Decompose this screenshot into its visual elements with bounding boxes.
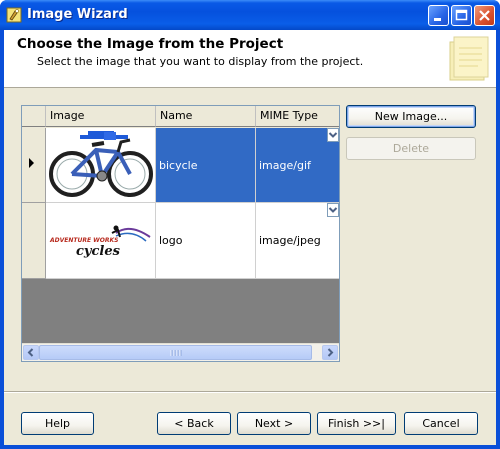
row-mime-value: image/gif (259, 158, 311, 172)
current-row-arrow-icon (29, 158, 34, 168)
images-grid[interactable]: Image Name MIME Type bicycle image/gif A… (21, 105, 340, 362)
table-row[interactable]: bicycle image/gif (22, 128, 339, 203)
logo-text-bottom: cycles (76, 244, 121, 259)
chevron-right-icon (327, 348, 334, 357)
row-selector[interactable] (22, 128, 46, 203)
column-header-image[interactable]: Image (46, 106, 156, 127)
bicycle-image[interactable] (46, 128, 156, 203)
page-title: Choose the Image from the Project (17, 36, 284, 52)
row-selector[interactable] (22, 203, 46, 279)
mime-dropdown-button[interactable] (327, 203, 339, 217)
wizard-header: Choose the Image from the Project Select… (4, 30, 496, 88)
wizard-app-icon (6, 7, 22, 23)
maximize-button[interactable] (451, 5, 472, 26)
cancel-button[interactable]: Cancel (404, 412, 478, 435)
row-name-cell[interactable]: logo (156, 203, 256, 279)
window-title: Image Wizard (27, 7, 128, 22)
horizontal-scrollbar[interactable] (22, 343, 339, 361)
scroll-thumb[interactable] (39, 345, 312, 360)
maximize-icon (455, 9, 468, 21)
chevron-down-icon (328, 132, 338, 138)
mime-dropdown-button[interactable] (327, 128, 339, 142)
grip-icon (170, 350, 182, 356)
footer-divider (4, 391, 496, 393)
close-icon (479, 10, 490, 21)
back-button[interactable]: < Back (157, 412, 231, 435)
wizard-note-graphic (449, 36, 489, 81)
scroll-left-button[interactable] (23, 345, 39, 360)
page-subtitle: Select the image that you want to displa… (37, 55, 364, 68)
chevron-down-icon (328, 207, 338, 213)
finish-button[interactable]: Finish >>| (317, 412, 396, 435)
table-row[interactable]: ADVENTURE WORKS cycles logo image/jpeg (22, 203, 339, 279)
row-name-cell[interactable]: bicycle (156, 128, 256, 203)
minimize-icon (434, 18, 441, 21)
bicycle-image-picture (46, 128, 155, 202)
new-image-button[interactable]: New Image... (346, 105, 476, 128)
row-header-corner (22, 106, 46, 127)
minimize-button[interactable] (428, 5, 449, 26)
title-bar[interactable]: Image Wizard (0, 0, 500, 30)
delete-button[interactable]: Delete (346, 137, 476, 160)
help-button[interactable]: Help (21, 412, 94, 435)
next-button[interactable]: Next > (237, 412, 311, 435)
adventure-works-logo-picture: ADVENTURE WORKS cycles (49, 225, 151, 259)
row-mime-cell[interactable]: image/gif (256, 128, 339, 203)
wizard-body: Choose the Image from the Project Select… (4, 30, 496, 445)
chevron-left-icon (27, 348, 34, 357)
close-button[interactable] (474, 5, 495, 26)
row-mime-value: image/jpeg (259, 234, 321, 247)
scroll-right-button[interactable] (322, 345, 338, 360)
grid-header: Image Name MIME Type (22, 106, 339, 128)
row-mime-cell[interactable]: image/jpeg (256, 203, 339, 279)
image-wizard-window: Image Wizard Choose the Image from the P… (0, 0, 500, 449)
column-header-mime-type[interactable]: MIME Type (256, 106, 339, 127)
logo-text-top: ADVENTURE WORKS (49, 237, 118, 244)
column-header-name[interactable]: Name (156, 106, 256, 127)
logo-image[interactable]: ADVENTURE WORKS cycles (46, 203, 156, 279)
